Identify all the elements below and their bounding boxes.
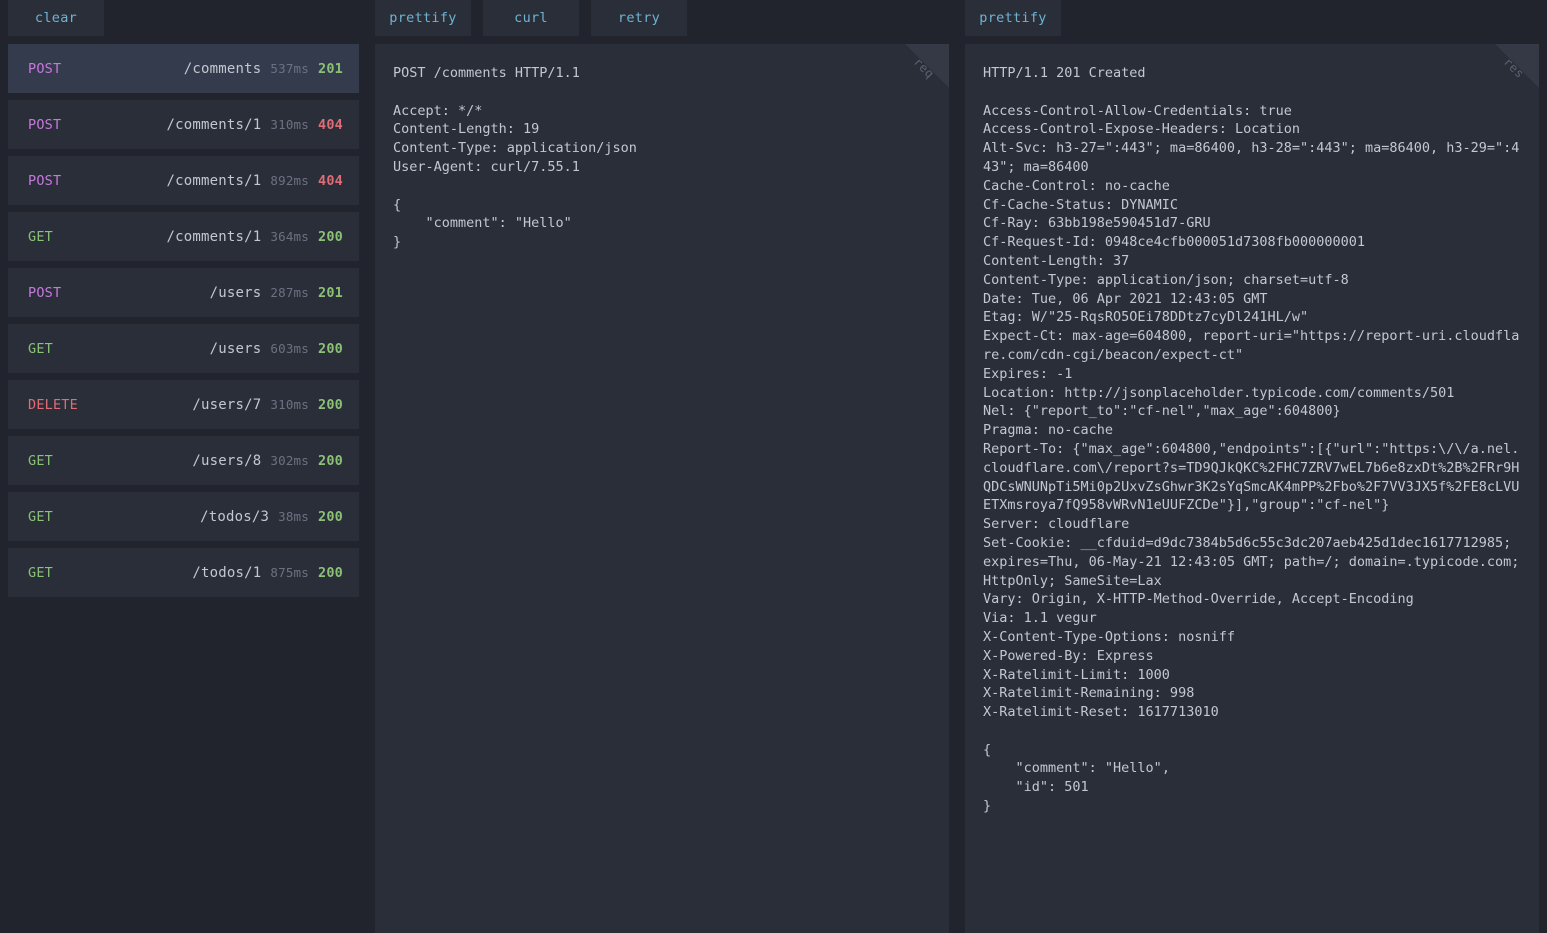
request-method: GET — [28, 508, 53, 525]
request-duration: 537ms — [270, 61, 310, 76]
request-list-item[interactable]: POST/comments/1 892ms 404 — [8, 156, 359, 205]
request-list-item[interactable]: GET/todos/3 38ms 200 — [8, 492, 359, 541]
request-list-item[interactable]: DELETE/users/7 310ms 200 — [8, 380, 359, 429]
request-duration: 310ms — [270, 117, 310, 132]
request-path: /users/7 — [192, 396, 262, 413]
clear-button[interactable]: clear — [8, 0, 104, 36]
response-body-panel[interactable]: res HTTP/1.1 201 Created Access-Control-… — [965, 44, 1539, 933]
request-duration: 364ms — [270, 229, 310, 244]
http-client-app: clear POST/comments 537ms 201 POST/comments… — [0, 0, 1547, 933]
request-path: /todos/3 — [200, 508, 270, 525]
request-method: GET — [28, 228, 53, 245]
request-status-code: 200 — [318, 564, 343, 581]
response-toolbar: prettify — [957, 0, 1547, 44]
request-status-code: 201 — [318, 284, 343, 301]
request-method: GET — [28, 564, 53, 581]
request-path: /users — [209, 284, 262, 301]
request-duration: 302ms — [270, 453, 310, 468]
request-duration: 603ms — [270, 341, 310, 356]
request-list-item[interactable]: POST/comments 537ms 201 — [8, 44, 359, 93]
request-pane: prettify curl retry req POST /comments H… — [367, 0, 957, 933]
request-method: POST — [28, 284, 62, 301]
request-status-code: 200 — [318, 228, 343, 245]
retry-button[interactable]: retry — [591, 0, 687, 36]
request-content: POST /comments HTTP/1.1 Accept: */* Cont… — [393, 65, 637, 251]
sidebar-toolbar: clear — [0, 0, 367, 44]
request-duration: 310ms — [270, 397, 310, 412]
request-method: POST — [28, 172, 62, 189]
request-status-code: 200 — [318, 452, 343, 469]
request-path: /todos/1 — [192, 564, 262, 581]
request-list-item[interactable]: GET/comments/1 364ms 200 — [8, 212, 359, 261]
request-list: POST/comments 537ms 201 POST/comments/1 310m… — [0, 44, 367, 597]
request-duration: 875ms — [270, 565, 310, 580]
request-status-code: 201 — [318, 60, 343, 77]
prettify-request-button[interactable]: prettify — [375, 0, 471, 36]
request-status-code: 200 — [318, 508, 343, 525]
response-content: HTTP/1.1 201 Created Access-Control-Allo… — [983, 65, 1520, 815]
request-path: /comments — [183, 60, 262, 77]
request-method: POST — [28, 60, 62, 77]
request-method: POST — [28, 116, 62, 133]
request-list-item[interactable]: GET/users/8 302ms 200 — [8, 436, 359, 485]
request-duration: 892ms — [270, 173, 310, 188]
request-path: /comments/1 — [166, 116, 262, 133]
request-status-code: 200 — [318, 396, 343, 413]
response-pane: prettify res HTTP/1.1 201 Created Access… — [957, 0, 1547, 933]
request-duration: 287ms — [270, 285, 310, 300]
request-status-code: 404 — [318, 172, 343, 189]
curl-button[interactable]: curl — [483, 0, 579, 36]
request-duration: 38ms — [278, 509, 310, 524]
request-path: /comments/1 — [166, 228, 262, 245]
request-body-panel[interactable]: req POST /comments HTTP/1.1 Accept: */* … — [375, 44, 949, 933]
request-method: DELETE — [28, 396, 78, 413]
request-list-item[interactable]: GET/todos/1 875ms 200 — [8, 548, 359, 597]
request-list-item[interactable]: POST/comments/1 310ms 404 — [8, 100, 359, 149]
request-path: /comments/1 — [166, 172, 262, 189]
request-history-sidebar: clear POST/comments 537ms 201 POST/comments… — [0, 0, 367, 933]
request-path: /users/8 — [192, 452, 262, 469]
request-path: /users — [209, 340, 262, 357]
request-method: GET — [28, 340, 53, 357]
request-status-code: 200 — [318, 340, 343, 357]
request-method: GET — [28, 452, 53, 469]
request-status-code: 404 — [318, 116, 343, 133]
request-toolbar: prettify curl retry — [367, 0, 957, 44]
request-list-item[interactable]: POST/users 287ms 201 — [8, 268, 359, 317]
prettify-response-button[interactable]: prettify — [965, 0, 1061, 36]
request-list-item[interactable]: GET/users 603ms 200 — [8, 324, 359, 373]
